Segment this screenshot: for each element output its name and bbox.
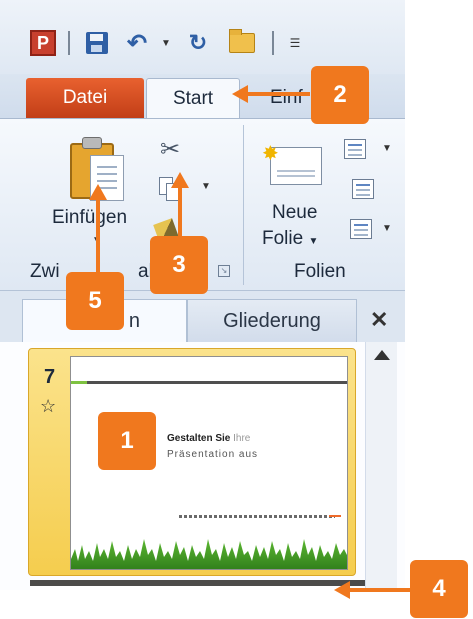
layout-icon[interactable]	[344, 139, 366, 159]
save-icon[interactable]	[84, 30, 110, 56]
clipboard-group-label: Zwi	[30, 261, 60, 282]
paste-dropdown-icon[interactable]: ▼	[92, 235, 102, 246]
tab-outline[interactable]: Gliederung	[187, 299, 357, 343]
open-folder-icon[interactable]	[227, 29, 257, 56]
quick-access-toolbar: P ↶ ▼ ↻ ☰	[0, 0, 405, 74]
grass-decoration	[71, 539, 347, 569]
copy-dropdown-icon[interactable]: ▼	[201, 181, 211, 192]
customize-toolbar-icon[interactable]: ☰	[288, 30, 302, 56]
callout-badge-3: 3	[150, 236, 208, 294]
tab-file[interactable]: Datei	[26, 78, 144, 118]
thumbnail-subtitle: Präsentation aus	[167, 449, 259, 460]
callout-badge-1: 1	[98, 412, 156, 470]
slide-number: 7	[44, 366, 56, 388]
toolbar-separator	[68, 31, 70, 55]
section-dropdown-icon[interactable]: ▼	[382, 223, 392, 234]
new-slide-icon[interactable]: ✸	[262, 141, 322, 185]
slide-pane-tabs: n Gliederung ✕	[0, 290, 405, 343]
close-pane-icon[interactable]: ✕	[370, 307, 388, 333]
new-slide-label-line2[interactable]: Folie ▼	[262, 228, 318, 250]
toolbar-separator	[272, 31, 274, 55]
layout-dropdown-icon[interactable]: ▼	[382, 143, 392, 154]
paste-button-label[interactable]: Einfügen	[52, 207, 127, 229]
next-slide-thumbnail-edge[interactable]	[30, 580, 365, 586]
callout-badge-5: 5	[66, 272, 124, 330]
group-divider	[243, 125, 244, 285]
cut-icon[interactable]: ✂	[160, 135, 180, 164]
scroll-up-icon[interactable]	[374, 350, 390, 360]
thumbnail-title: Gestalten Sie Ihre	[167, 433, 251, 444]
clipboard-dialog-launcher-icon[interactable]: ↘	[218, 265, 230, 277]
callout-badge-2: 2	[311, 66, 369, 124]
section-icon[interactable]	[350, 219, 372, 239]
slides-group-label: Folien	[294, 261, 346, 282]
tab-start[interactable]: Start	[146, 78, 240, 118]
paste-icon[interactable]	[70, 137, 128, 207]
scrollbar[interactable]	[365, 342, 397, 590]
reset-slide-icon[interactable]	[352, 179, 374, 199]
new-slide-label-line1[interactable]: Neue	[272, 202, 317, 224]
transition-star-icon[interactable]: ☆	[40, 396, 56, 417]
redo-icon[interactable]: ↻	[185, 30, 211, 56]
new-slide-dropdown-icon[interactable]: ▼	[308, 236, 318, 247]
undo-icon[interactable]: ↶	[122, 30, 152, 57]
copy-icon[interactable]	[159, 177, 181, 201]
undo-dropdown-icon[interactable]: ▼	[160, 30, 172, 56]
callout-badge-4: 4	[410, 560, 468, 618]
powerpoint-logo-icon[interactable]: P	[30, 30, 56, 56]
